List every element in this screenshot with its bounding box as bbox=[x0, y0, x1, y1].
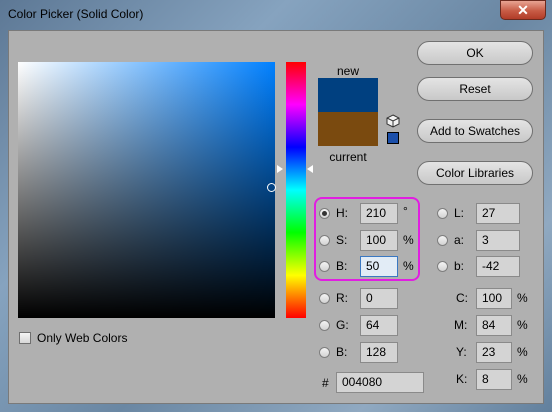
green-field[interactable]: 64 bbox=[360, 315, 398, 336]
saturation-brightness-field[interactable] bbox=[18, 62, 275, 318]
ok-button[interactable]: OK bbox=[417, 41, 533, 65]
green-label: G: bbox=[336, 318, 349, 332]
color-libraries-button[interactable]: Color Libraries bbox=[417, 161, 533, 185]
black-label: K: bbox=[456, 372, 468, 386]
brightness-field[interactable]: 50 bbox=[360, 256, 398, 277]
lightness-radio[interactable] bbox=[437, 208, 448, 219]
color-picker-window: Color Picker (Solid Color) ✕ new current… bbox=[0, 0, 552, 412]
hue-slider-handle-left[interactable] bbox=[277, 165, 283, 173]
brightness-unit: % bbox=[403, 259, 414, 273]
black-field[interactable]: 8 bbox=[476, 369, 512, 390]
a-channel-radio[interactable] bbox=[437, 235, 448, 246]
red-radio[interactable] bbox=[319, 293, 330, 304]
reset-button[interactable]: Reset bbox=[417, 77, 533, 101]
color-picker-marker[interactable] bbox=[267, 183, 276, 192]
add-to-swatches-button[interactable]: Add to Swatches bbox=[417, 119, 533, 143]
magenta-unit: % bbox=[517, 318, 528, 332]
b-channel-field[interactable]: -42 bbox=[476, 256, 520, 277]
yellow-label: Y: bbox=[456, 345, 467, 359]
window-title: Color Picker (Solid Color) bbox=[8, 7, 144, 21]
saturation-label: S: bbox=[336, 233, 348, 247]
b-channel-radio[interactable] bbox=[437, 261, 448, 272]
out-of-gamut-cube-icon[interactable] bbox=[386, 114, 400, 128]
blue-radio[interactable] bbox=[319, 347, 330, 358]
black-unit: % bbox=[517, 372, 528, 386]
b-channel-label: b: bbox=[454, 259, 465, 273]
hue-field[interactable]: 210 bbox=[360, 203, 398, 224]
a-channel-label: a: bbox=[454, 233, 465, 247]
saturation-unit: % bbox=[403, 233, 414, 247]
brightness-label: B: bbox=[336, 259, 348, 273]
title-bar: Color Picker (Solid Color) ✕ bbox=[0, 0, 552, 30]
lightness-field[interactable]: 27 bbox=[476, 203, 520, 224]
cyan-label: C: bbox=[456, 291, 468, 305]
red-field[interactable]: 0 bbox=[360, 288, 398, 309]
close-button[interactable]: ✕ bbox=[500, 0, 546, 20]
hue-label: H: bbox=[336, 206, 348, 220]
saturation-radio[interactable] bbox=[319, 235, 330, 246]
hue-radio[interactable] bbox=[319, 208, 330, 219]
current-color-swatch[interactable] bbox=[318, 112, 378, 146]
magenta-label: M: bbox=[454, 318, 468, 332]
web-safe-color-swatch[interactable] bbox=[387, 132, 399, 144]
dialog-body: new current OK Reset Add to Swatches Col… bbox=[8, 30, 544, 404]
current-color-label: current bbox=[329, 150, 367, 164]
only-web-colors-label: Only Web Colors bbox=[37, 331, 128, 345]
lightness-label: L: bbox=[454, 206, 465, 220]
cyan-field[interactable]: 100 bbox=[476, 288, 512, 309]
blue-field[interactable]: 128 bbox=[360, 342, 398, 363]
brightness-radio[interactable] bbox=[319, 261, 330, 272]
hue-slider[interactable] bbox=[286, 62, 306, 318]
hue-slider-handle-right[interactable] bbox=[307, 165, 313, 173]
blue-label: B: bbox=[336, 345, 348, 359]
yellow-field[interactable]: 23 bbox=[476, 342, 512, 363]
green-radio[interactable] bbox=[319, 320, 330, 331]
new-color-swatch bbox=[318, 78, 378, 112]
new-color-label: new bbox=[336, 64, 359, 78]
hex-field[interactable]: 004080 bbox=[336, 372, 424, 393]
saturation-field[interactable]: 100 bbox=[360, 230, 398, 251]
hue-unit: ° bbox=[403, 204, 408, 218]
only-web-colors-checkbox[interactable] bbox=[19, 332, 31, 344]
magenta-field[interactable]: 84 bbox=[476, 315, 512, 336]
cyan-unit: % bbox=[517, 291, 528, 305]
red-label: R: bbox=[336, 291, 348, 305]
hex-label: # bbox=[322, 376, 329, 390]
a-channel-field[interactable]: 3 bbox=[476, 230, 520, 251]
yellow-unit: % bbox=[517, 345, 528, 359]
